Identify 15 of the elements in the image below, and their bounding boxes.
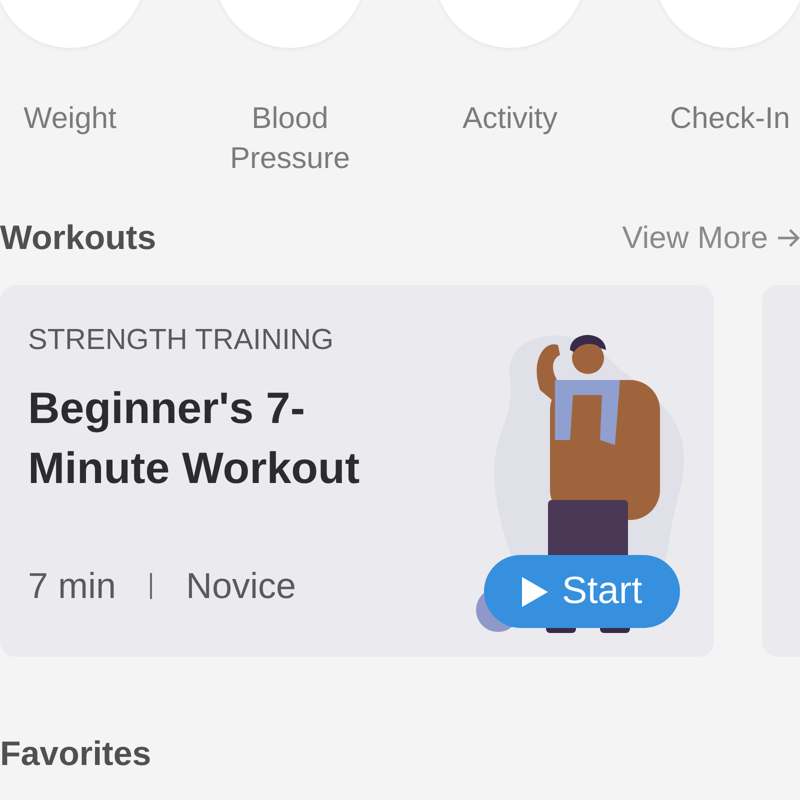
view-more-link[interactable]: View More — [622, 214, 768, 262]
arrow-right-icon — [778, 228, 800, 248]
start-button[interactable]: Start — [484, 555, 680, 628]
workout-title: Beginner's 7-Minute Workout — [28, 383, 361, 495]
workout-level: Novice — [186, 564, 296, 608]
category-label: Activity — [461, 101, 558, 137]
workout-card[interactable]: STRENGTH TRAINING Beginner's 7-Minute Workout 7 min Novice Start — [0, 285, 714, 657]
section-title: Favorites — [0, 734, 152, 775]
category-label: Blood Pressure — [228, 101, 352, 177]
play-icon — [522, 576, 548, 606]
category-label: Weight — [22, 101, 118, 137]
workout-duration: 7 min — [28, 564, 116, 608]
category-label: Check-In — [668, 101, 792, 137]
workout-category: STRENGTH TRAINING — [28, 323, 335, 357]
section-title: Workouts — [0, 218, 156, 258]
